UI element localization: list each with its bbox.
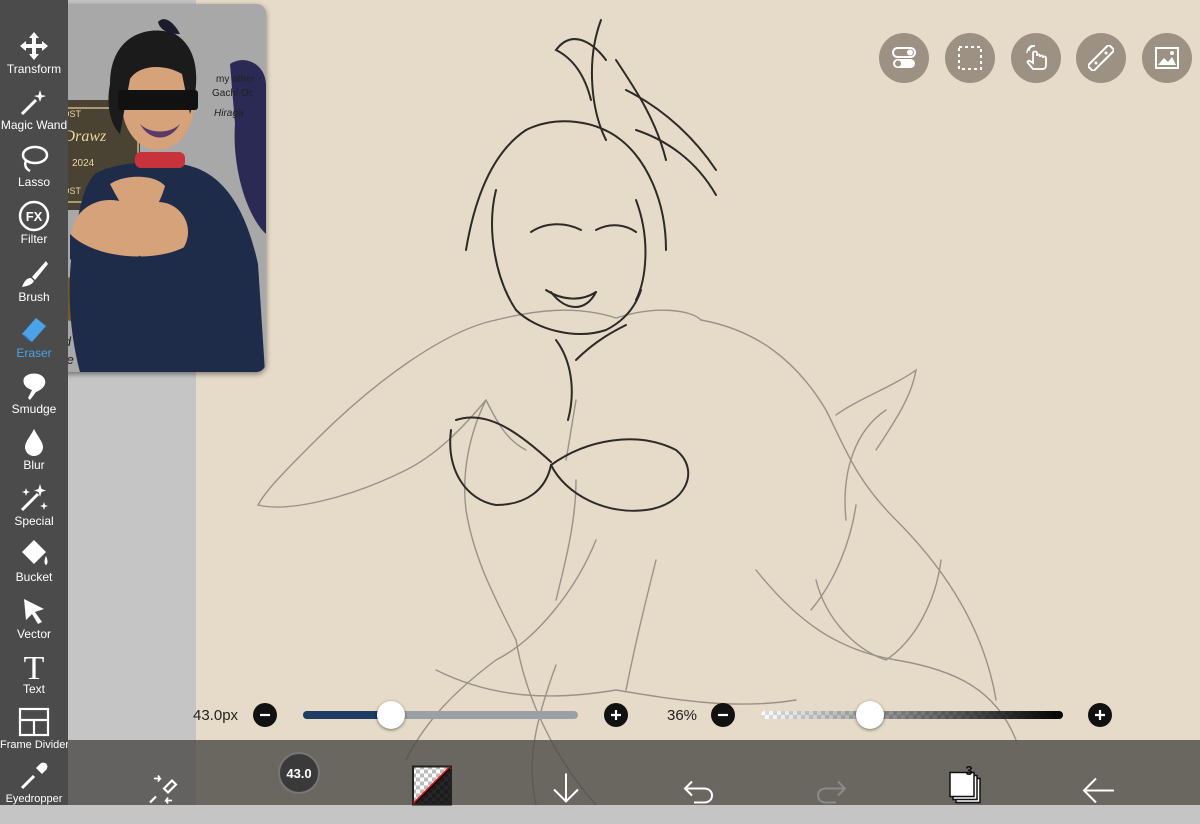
ruler-button[interactable]: [1076, 33, 1126, 83]
tool-label: Vector: [16, 627, 52, 641]
tool-label: Magic Wand: [0, 118, 68, 132]
tool-label: Special: [14, 514, 54, 528]
brush-size-badge: 43.0: [286, 766, 312, 781]
svg-text:FX: FX: [26, 209, 43, 224]
reference-image-button[interactable]: [1142, 33, 1192, 83]
touch-button[interactable]: [1011, 33, 1061, 83]
color-swatch-button[interactable]: [412, 753, 452, 818]
vector-arrow-icon: [24, 599, 44, 624]
transform-icon: [20, 32, 48, 60]
fx-icon: FX: [18, 200, 50, 232]
eraser-icon: [22, 318, 46, 342]
size-decrease-button[interactable]: [253, 703, 277, 727]
bucket-icon: [22, 540, 48, 565]
plus-icon: [1095, 710, 1105, 720]
lasso-icon: [21, 145, 49, 173]
tool-label: Eyedropper: [5, 793, 63, 805]
brush-settings-row: 43.0px 36%: [0, 700, 1200, 730]
undo-icon[interactable]: [682, 759, 714, 824]
tool-label: Filter: [20, 232, 48, 246]
layer-count: 3: [965, 763, 973, 778]
tool-filter[interactable]: FX Filter: [0, 200, 68, 246]
download-arrow-icon[interactable]: [550, 756, 582, 821]
tool-eraser[interactable]: Eraser: [0, 314, 68, 360]
size-slider[interactable]: [303, 711, 578, 719]
bottom-toolbar: 43.0 3: [68, 740, 1200, 806]
ref-text-note-2: Gachi Oc: [212, 88, 254, 99]
tool-label: Brush: [18, 290, 50, 304]
toggle-icon: [892, 47, 916, 68]
hand-touch-icon: [1026, 45, 1047, 70]
tool-lasso[interactable]: Lasso: [0, 143, 68, 189]
ruler-icon: [1088, 45, 1114, 71]
opacity-value: 36%: [667, 707, 698, 724]
opacity-increase-button[interactable]: [1088, 703, 1112, 727]
tool-swap-icon[interactable]: [146, 757, 180, 822]
tool-smudge[interactable]: Smudge: [0, 370, 68, 416]
tool-label: Eraser: [16, 346, 52, 360]
brush-size-value: 43.0px: [193, 707, 239, 724]
minus-icon: [718, 713, 728, 717]
image-icon: [1155, 47, 1179, 69]
smudge-icon: [23, 373, 46, 400]
tool-text[interactable]: T Text: [0, 650, 68, 696]
selection-dashed-icon: [958, 46, 982, 70]
tool-transform[interactable]: Transform: [0, 30, 68, 76]
blur-drop-icon: [25, 429, 43, 456]
tool-label: Transform: [6, 62, 62, 76]
size-slider-knob[interactable]: [377, 701, 405, 729]
ref-text-note-1: my other: [216, 74, 255, 85]
brush-size-button[interactable]: 43.0: [278, 752, 320, 794]
left-toolbar: Transform Magic Wand Lasso FX Filter Bru…: [0, 0, 70, 806]
redo-icon[interactable]: [816, 759, 848, 824]
special-sparkle-icon: [20, 484, 48, 512]
size-increase-button[interactable]: [604, 703, 628, 727]
brush-icon: [22, 261, 48, 287]
tool-label: Frame Divider: [0, 739, 70, 751]
tool-eyedropper[interactable]: Eyedropper: [0, 760, 68, 806]
text-icon: T: [24, 650, 45, 682]
tool-brush[interactable]: Brush: [0, 258, 68, 304]
tool-magic-wand[interactable]: Magic Wand: [0, 86, 68, 132]
tool-blur[interactable]: Blur: [0, 426, 68, 472]
opacity-slider[interactable]: [761, 711, 1063, 719]
tool-label: Lasso: [17, 175, 51, 189]
back-arrow-icon[interactable]: [1080, 758, 1116, 823]
ref-text-note-3: Hiraga: [214, 108, 244, 119]
opacity-slider-knob[interactable]: [855, 701, 884, 729]
tool-label: Bucket: [15, 570, 53, 584]
plus-icon: [611, 710, 621, 720]
tool-special[interactable]: Special: [0, 482, 68, 528]
eyedropper-icon: [20, 762, 48, 790]
tool-vector[interactable]: Vector: [0, 595, 68, 641]
svg-text:T: T: [24, 650, 45, 682]
drawing-canvas[interactable]: [196, 0, 1200, 805]
magic-wand-icon: [20, 90, 46, 116]
tool-label: Text: [22, 682, 45, 696]
layer-toggle-button[interactable]: [879, 33, 929, 83]
tool-label: Smudge: [11, 402, 57, 416]
tool-label: Blur: [23, 458, 45, 472]
reference-window[interactable]: REPOST pleDrawz 2024 REPOST my other Gac…: [40, 4, 266, 372]
minus-icon: [260, 713, 270, 717]
ref-text-year: 2024: [72, 158, 95, 169]
selection-button[interactable]: [945, 33, 995, 83]
opacity-decrease-button[interactable]: [711, 703, 735, 727]
tool-bucket[interactable]: Bucket: [0, 538, 68, 584]
sketch-artwork: [256, 19, 1017, 805]
